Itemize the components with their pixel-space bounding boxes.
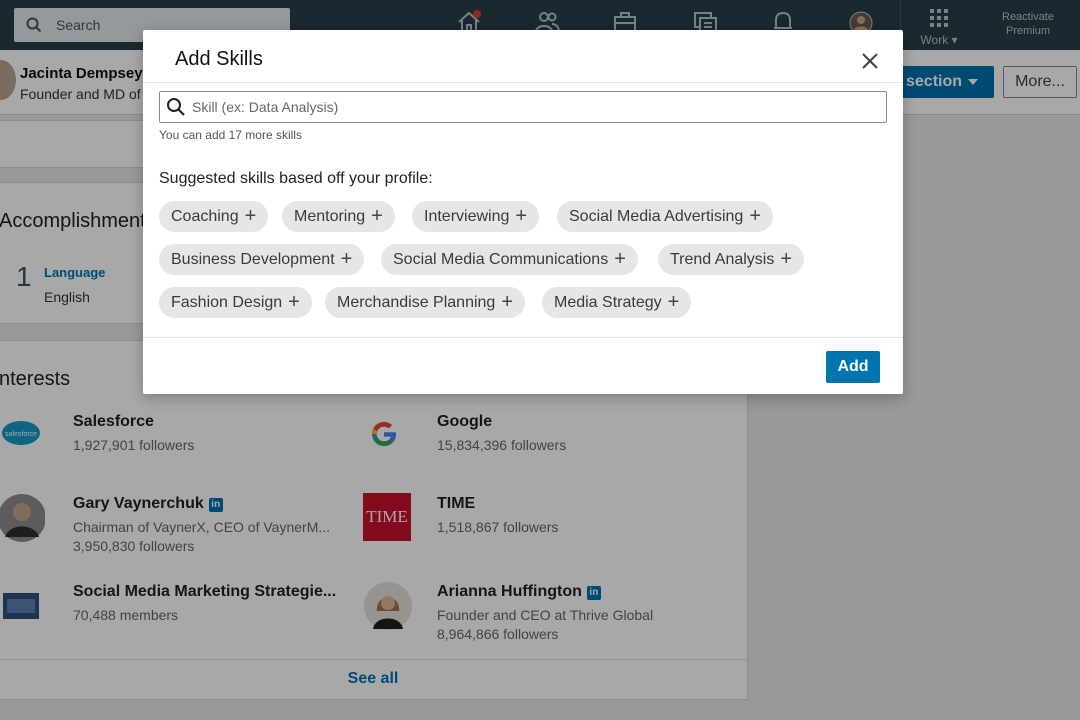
skill-input-wrapper — [159, 91, 887, 123]
plus-icon: + — [371, 205, 383, 227]
skill-chip-media-strategy[interactable]: Media Strategy + — [542, 287, 692, 318]
skill-chip-label: Trend Analysis — [670, 251, 775, 268]
skills-remaining-hint: You can add 17 more skills — [159, 128, 302, 142]
plus-icon: + — [614, 248, 626, 270]
plus-icon: + — [288, 291, 300, 313]
add-skills-modal: Add Skills You can add 17 more skills Su… — [143, 30, 903, 394]
add-button[interactable]: Add — [826, 351, 880, 383]
plus-icon: + — [340, 248, 353, 270]
skill-chip-business-development[interactable]: Business Development + — [159, 244, 365, 275]
skill-chip-label: Social Media Communications — [393, 251, 609, 268]
skill-chip-label: Mentoring — [294, 208, 366, 225]
skill-chip-merchandise-planning[interactable]: Merchandise Planning + — [325, 287, 526, 318]
close-icon[interactable] — [859, 50, 881, 72]
skill-chip-label: Interviewing — [424, 208, 510, 225]
plus-icon: + — [501, 291, 514, 313]
plus-icon: + — [244, 205, 257, 227]
modal-header: Add Skills — [143, 30, 903, 83]
skill-chip-social-media-communications[interactable]: Social Media Communications + — [381, 244, 638, 275]
skill-chip-label: Social Media Advertising — [569, 208, 744, 225]
skill-chip-label: Merchandise Planning — [337, 294, 496, 311]
skill-chip-label: Media Strategy — [554, 294, 662, 311]
skill-chip-trend-analysis[interactable]: Trend Analysis + — [658, 244, 805, 275]
skill-chip-label: Business Development — [171, 251, 335, 268]
skill-chip-coaching[interactable]: Coaching + — [159, 201, 269, 232]
plus-icon: + — [515, 205, 528, 227]
plus-icon: + — [749, 205, 761, 227]
plus-icon: + — [780, 248, 793, 270]
modal-footer-divider — [143, 337, 903, 338]
modal-title: Add Skills — [175, 48, 263, 70]
skill-chip-mentoring[interactable]: Mentoring + — [282, 201, 395, 232]
plus-icon: + — [667, 291, 680, 313]
skill-chip-social-media-advertising[interactable]: Social Media Advertising + — [557, 201, 773, 232]
skill-input[interactable] — [190, 95, 874, 119]
skill-chip-fashion-design[interactable]: Fashion Design + — [159, 287, 312, 318]
skill-chip-label: Coaching — [171, 208, 239, 225]
suggested-skills-label: Suggested skills based off your profile: — [159, 170, 433, 187]
skill-chip-interviewing[interactable]: Interviewing + — [412, 201, 540, 232]
search-icon — [166, 97, 186, 122]
skill-chip-label: Fashion Design — [171, 294, 283, 311]
